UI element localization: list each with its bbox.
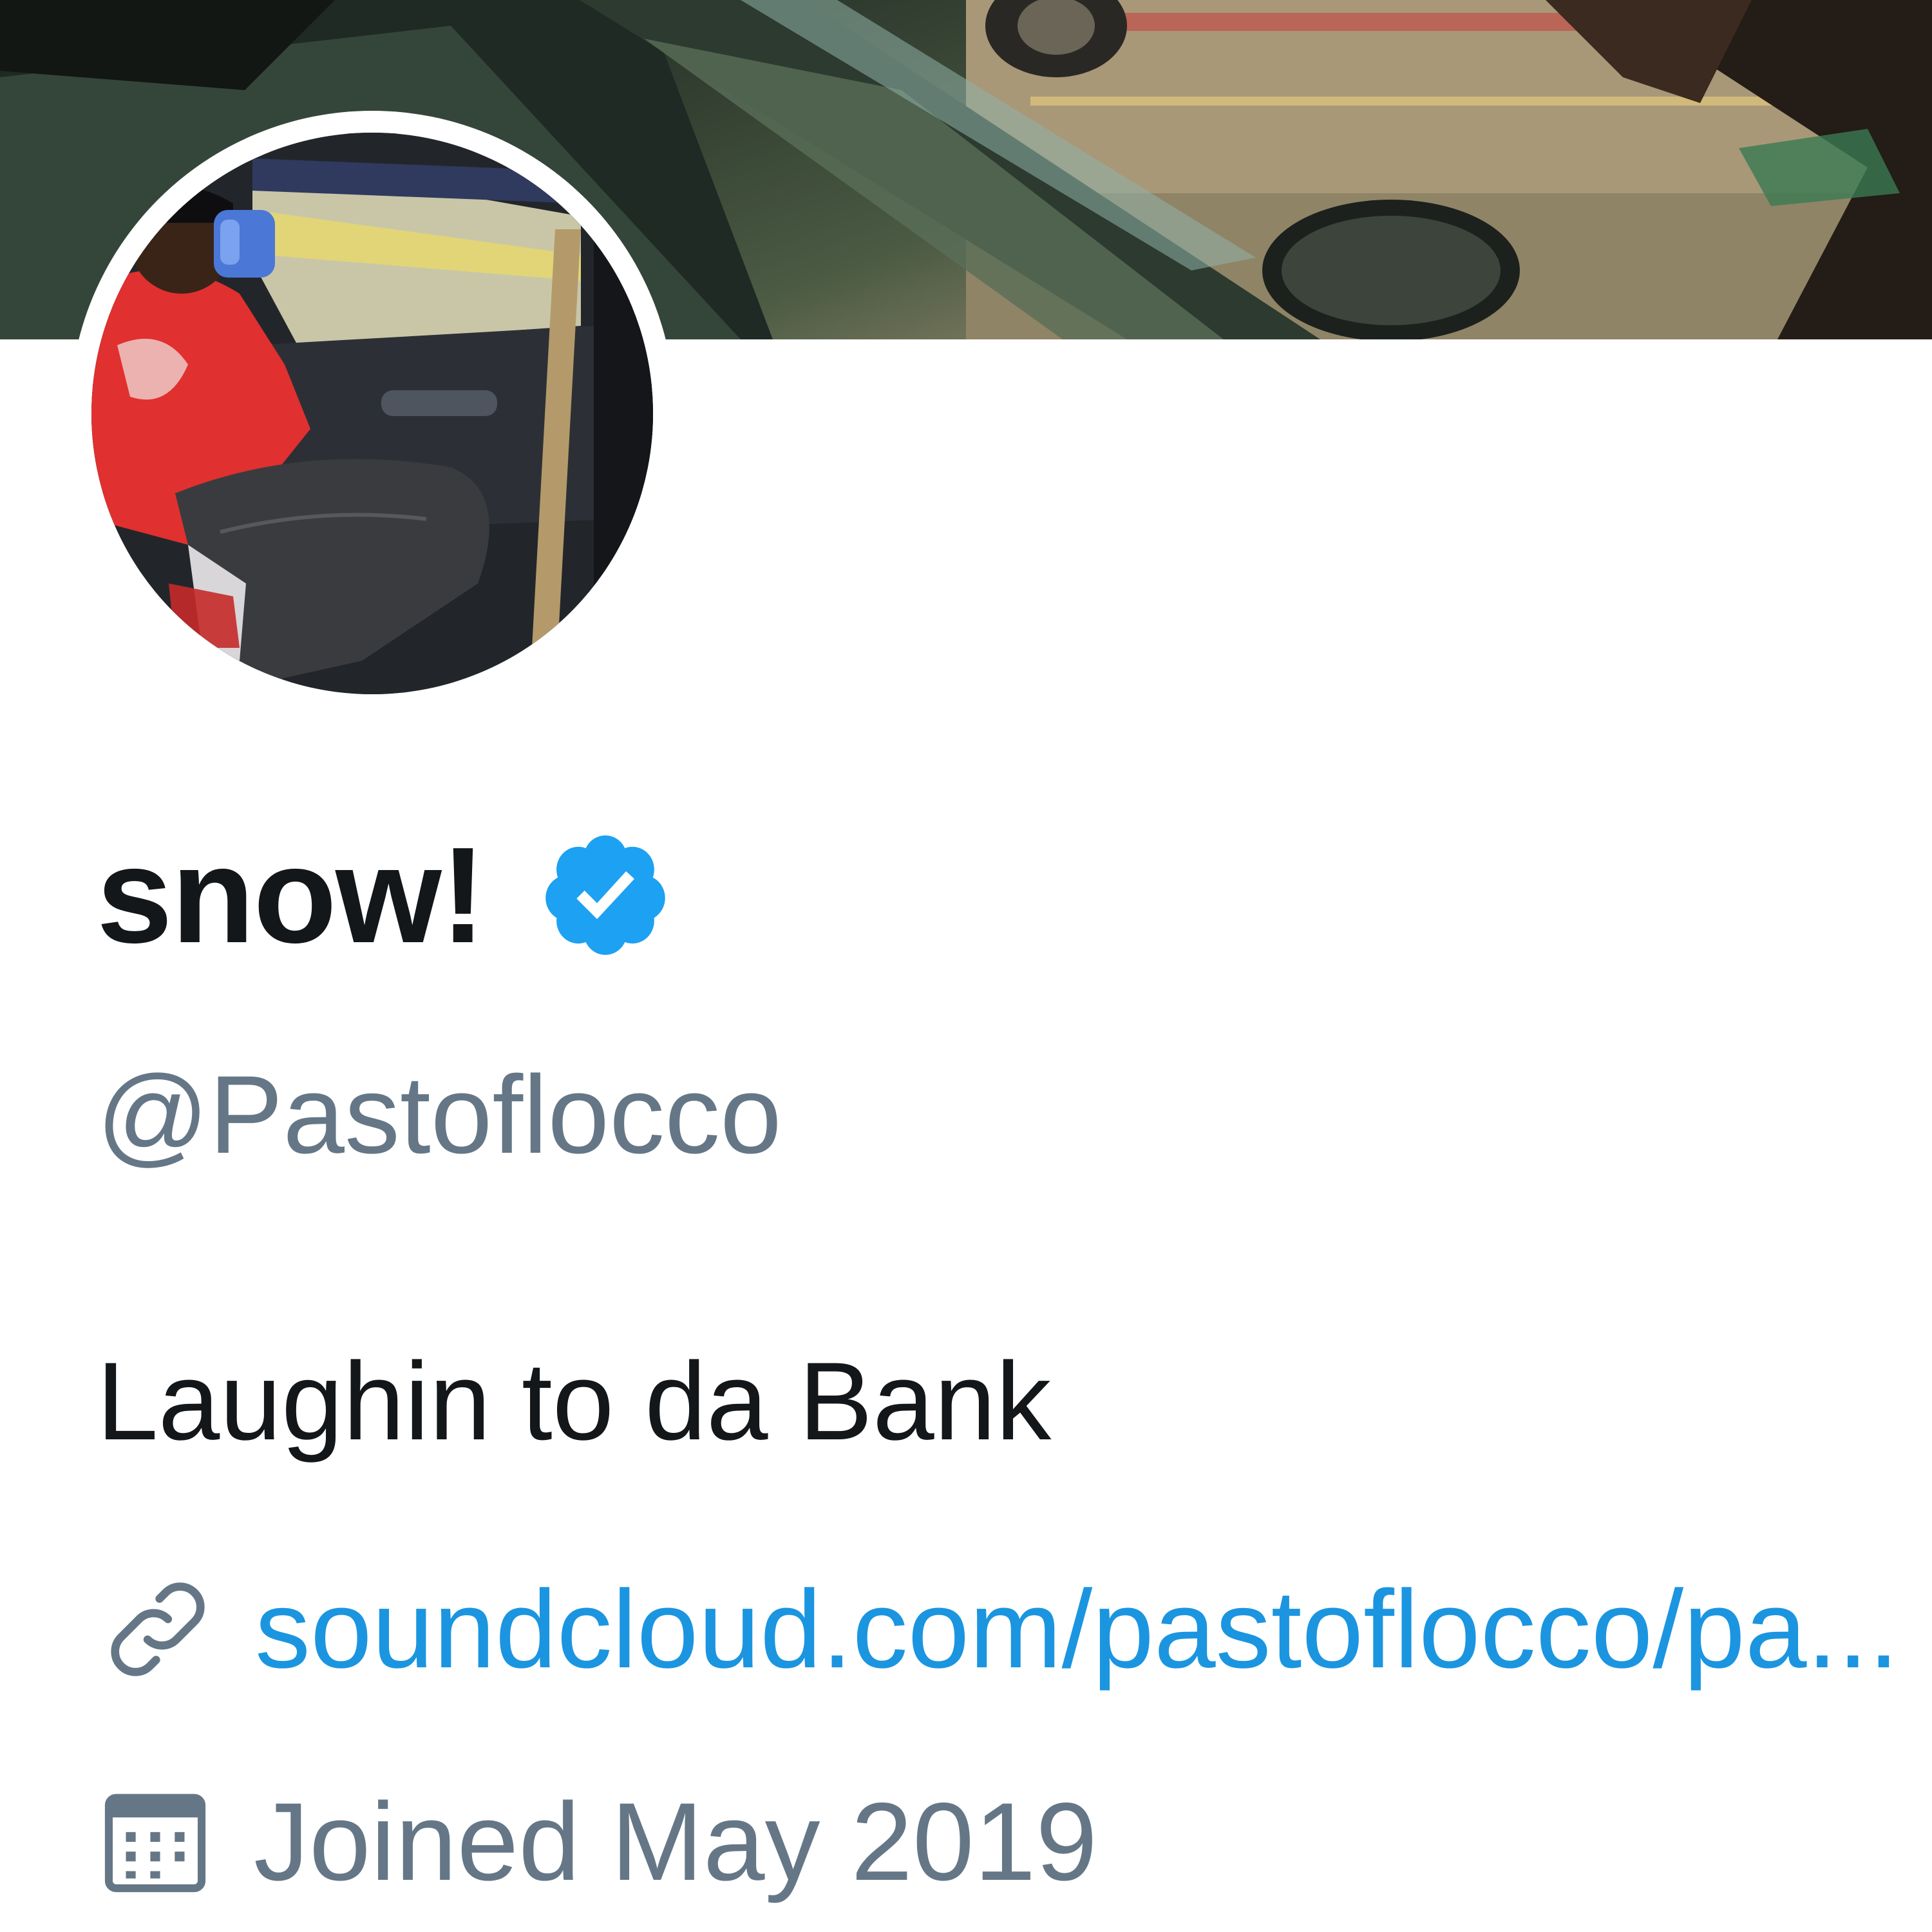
profile-page: snow! @Pastoflocco Laughin to da Bank so…	[0, 0, 1932, 1932]
avatar-image	[91, 133, 653, 694]
link-icon	[97, 1568, 219, 1690]
display-name-row: snow!	[97, 827, 674, 963]
website-link[interactable]: soundcloud.com/pastoflocco/pa...	[255, 1574, 1899, 1685]
verified-badge-icon	[537, 827, 674, 963]
calendar-icon	[97, 1783, 214, 1900]
profile-handle: @Pastoflocco	[97, 1053, 782, 1177]
website-row: soundcloud.com/pastoflocco/pa...	[97, 1565, 1899, 1694]
profile-avatar[interactable]	[70, 111, 675, 716]
display-name: snow!	[97, 819, 486, 971]
profile-bio: Laughin to da Bank	[97, 1340, 1052, 1463]
joined-row: Joined May 2019	[97, 1777, 1097, 1906]
joined-date: Joined May 2019	[254, 1780, 1097, 1904]
